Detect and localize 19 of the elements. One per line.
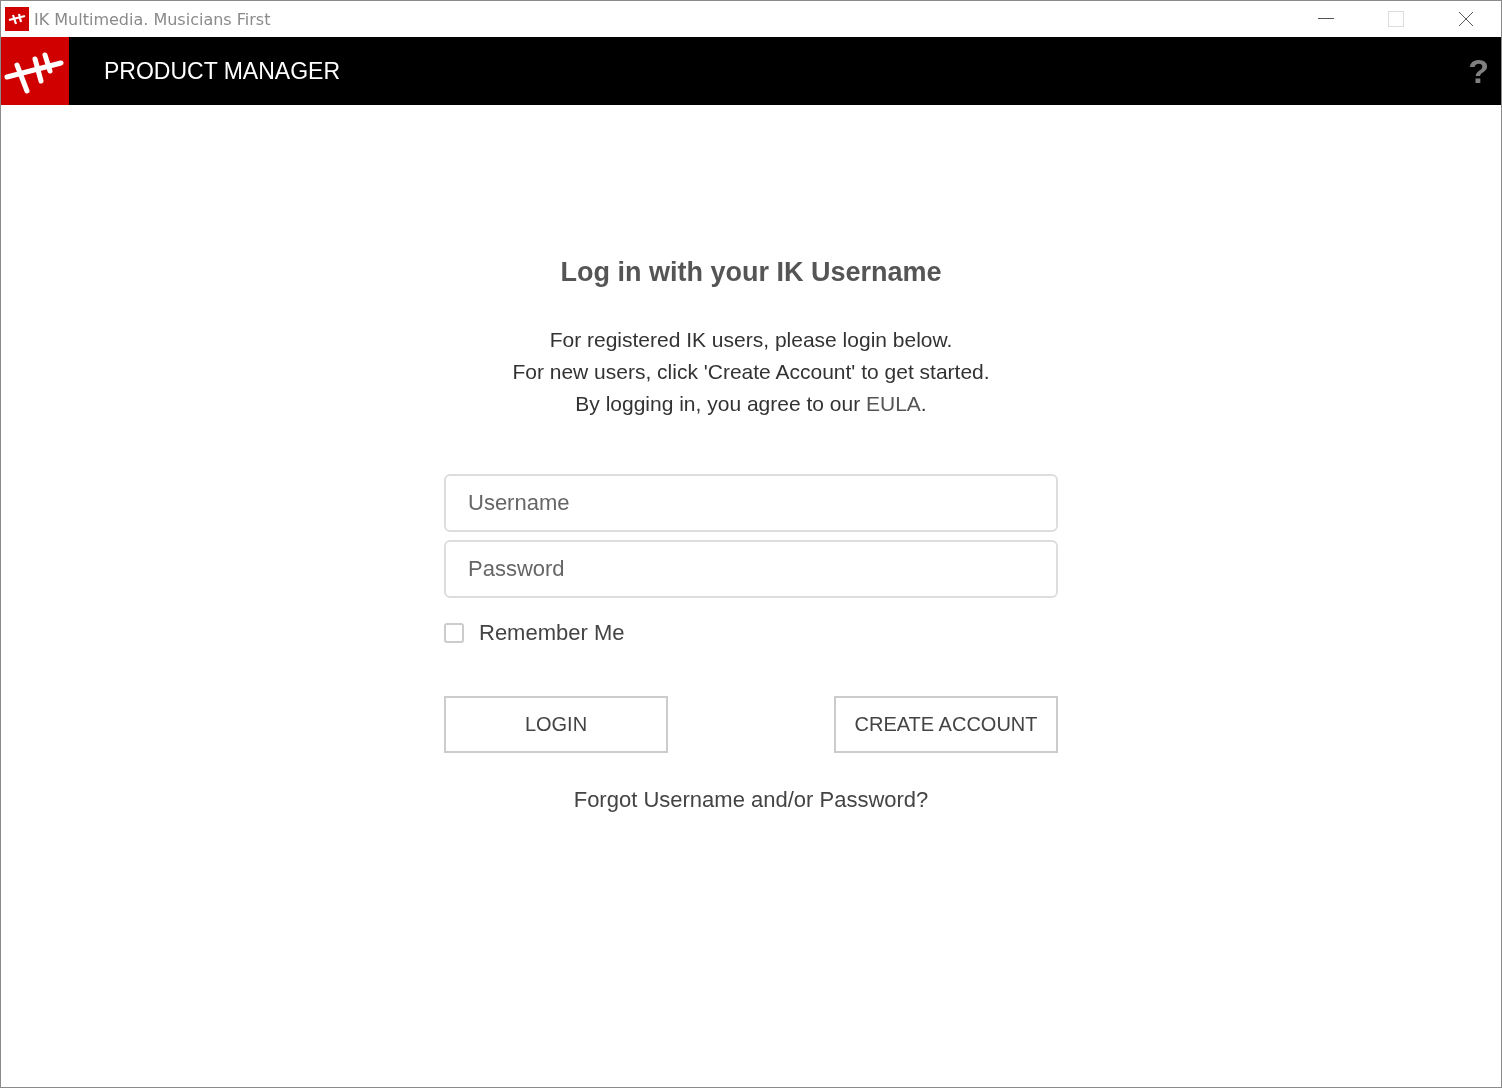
app-logo-icon bbox=[5, 7, 29, 31]
password-field[interactable]: Password bbox=[444, 540, 1058, 598]
eula-text: By logging in, you agree to our EULA. bbox=[575, 391, 927, 417]
create-account-button[interactable]: CREATE ACCOUNT bbox=[834, 696, 1058, 753]
app-title: PRODUCT MANAGER bbox=[104, 57, 341, 85]
username-field[interactable]: Username bbox=[444, 474, 1058, 532]
eula-link[interactable]: EULA bbox=[866, 392, 921, 415]
remember-label: Remember Me bbox=[479, 620, 625, 646]
maximize-icon bbox=[1388, 11, 1404, 27]
intro-text: For new users, click 'Create Account' to get started. bbox=[512, 359, 990, 385]
window-title: IK Multimedia. Musicians First bbox=[34, 9, 272, 29]
login-heading: Log in with your IK Username bbox=[560, 257, 942, 288]
login-button[interactable]: LOGIN bbox=[444, 696, 668, 753]
close-icon bbox=[1458, 11, 1474, 27]
forgot-link[interactable]: Forgot Username and/or Password? bbox=[573, 787, 929, 813]
intro-text: For registered IK users, please login below. bbox=[549, 327, 953, 353]
help-button[interactable]: ? bbox=[1468, 51, 1489, 91]
minimize-icon bbox=[1318, 18, 1334, 20]
remember-checkbox[interactable] bbox=[444, 623, 464, 643]
